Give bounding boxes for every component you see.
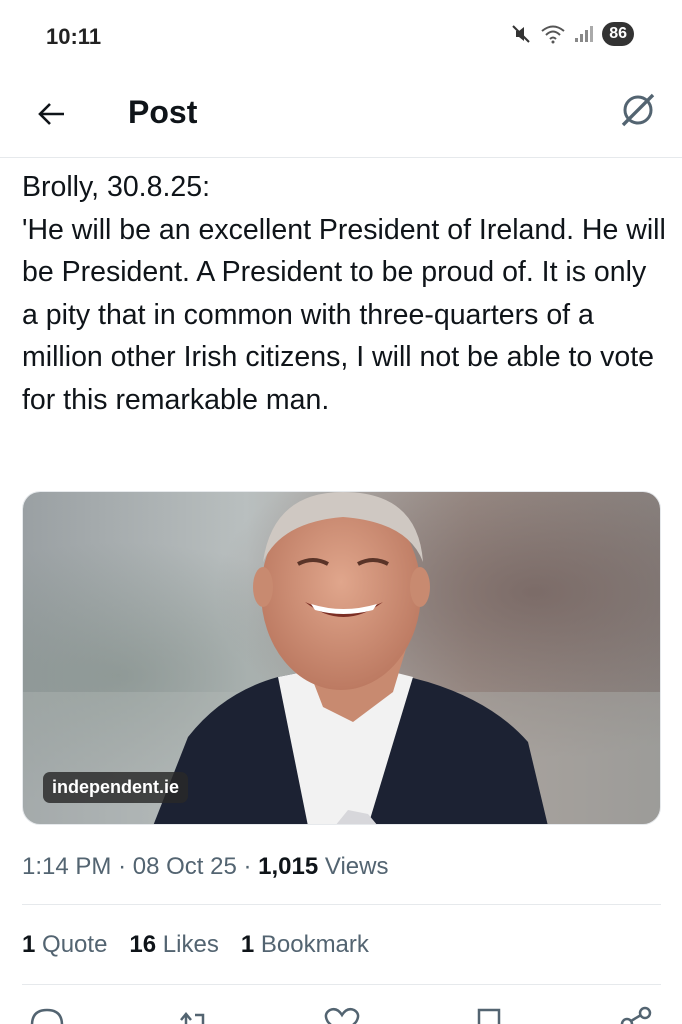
likes-count: 16 xyxy=(129,931,157,958)
engagement-stats: 1 Quote 16 Likes 1 Bookmark xyxy=(22,928,369,962)
bookmarks-label: Bookmark xyxy=(260,931,369,958)
post-header: Post xyxy=(0,76,682,158)
bookmarks-stat[interactable]: 1 Bookmark xyxy=(241,928,369,962)
share-icon[interactable] xyxy=(611,1000,661,1024)
action-bar xyxy=(22,1000,661,1024)
battery-indicator: 86 xyxy=(602,22,634,46)
views-count: 1,015 xyxy=(258,853,319,880)
quotes-label: Quote xyxy=(42,931,108,958)
divider xyxy=(22,984,661,985)
media-source-badge: independent.ie xyxy=(43,772,189,803)
post-text: Brolly, 30.8.25: 'He will be an excellen… xyxy=(22,171,666,416)
meta-separator: · xyxy=(243,853,259,880)
divider xyxy=(22,904,661,905)
post-time: 1:14 PM xyxy=(22,853,112,880)
status-time: 10:11 xyxy=(46,24,102,49)
post-date: 08 Oct 25 xyxy=(132,853,237,880)
post-image[interactable]: independent.ie xyxy=(22,491,661,825)
mute-icon xyxy=(510,23,532,45)
quotes-stat[interactable]: 1 Quote xyxy=(22,928,107,962)
repost-icon[interactable] xyxy=(169,1000,219,1024)
arrow-left-icon xyxy=(36,98,68,135)
grok-button[interactable] xyxy=(614,88,662,136)
reply-icon[interactable] xyxy=(22,1000,72,1024)
page-title: Post xyxy=(128,94,198,130)
bookmark-icon[interactable] xyxy=(464,1000,514,1024)
signal-icon xyxy=(574,25,594,43)
quotes-count: 1 xyxy=(22,931,36,958)
back-button[interactable] xyxy=(28,92,76,140)
likes-stat[interactable]: 16 Likes xyxy=(129,928,218,962)
like-icon[interactable] xyxy=(317,1000,367,1024)
views-label[interactable]: Views xyxy=(325,853,389,880)
wifi-icon xyxy=(540,24,566,44)
status-icons: 86 xyxy=(510,22,634,46)
grok-icon xyxy=(618,90,658,135)
post-meta: 1:14 PM · 08 Oct 25 · 1,015 Views xyxy=(22,850,662,884)
bookmarks-count: 1 xyxy=(240,931,255,958)
status-bar: 10:11 86 xyxy=(0,0,682,76)
meta-separator: · xyxy=(118,853,133,880)
likes-label: Likes xyxy=(162,931,219,958)
